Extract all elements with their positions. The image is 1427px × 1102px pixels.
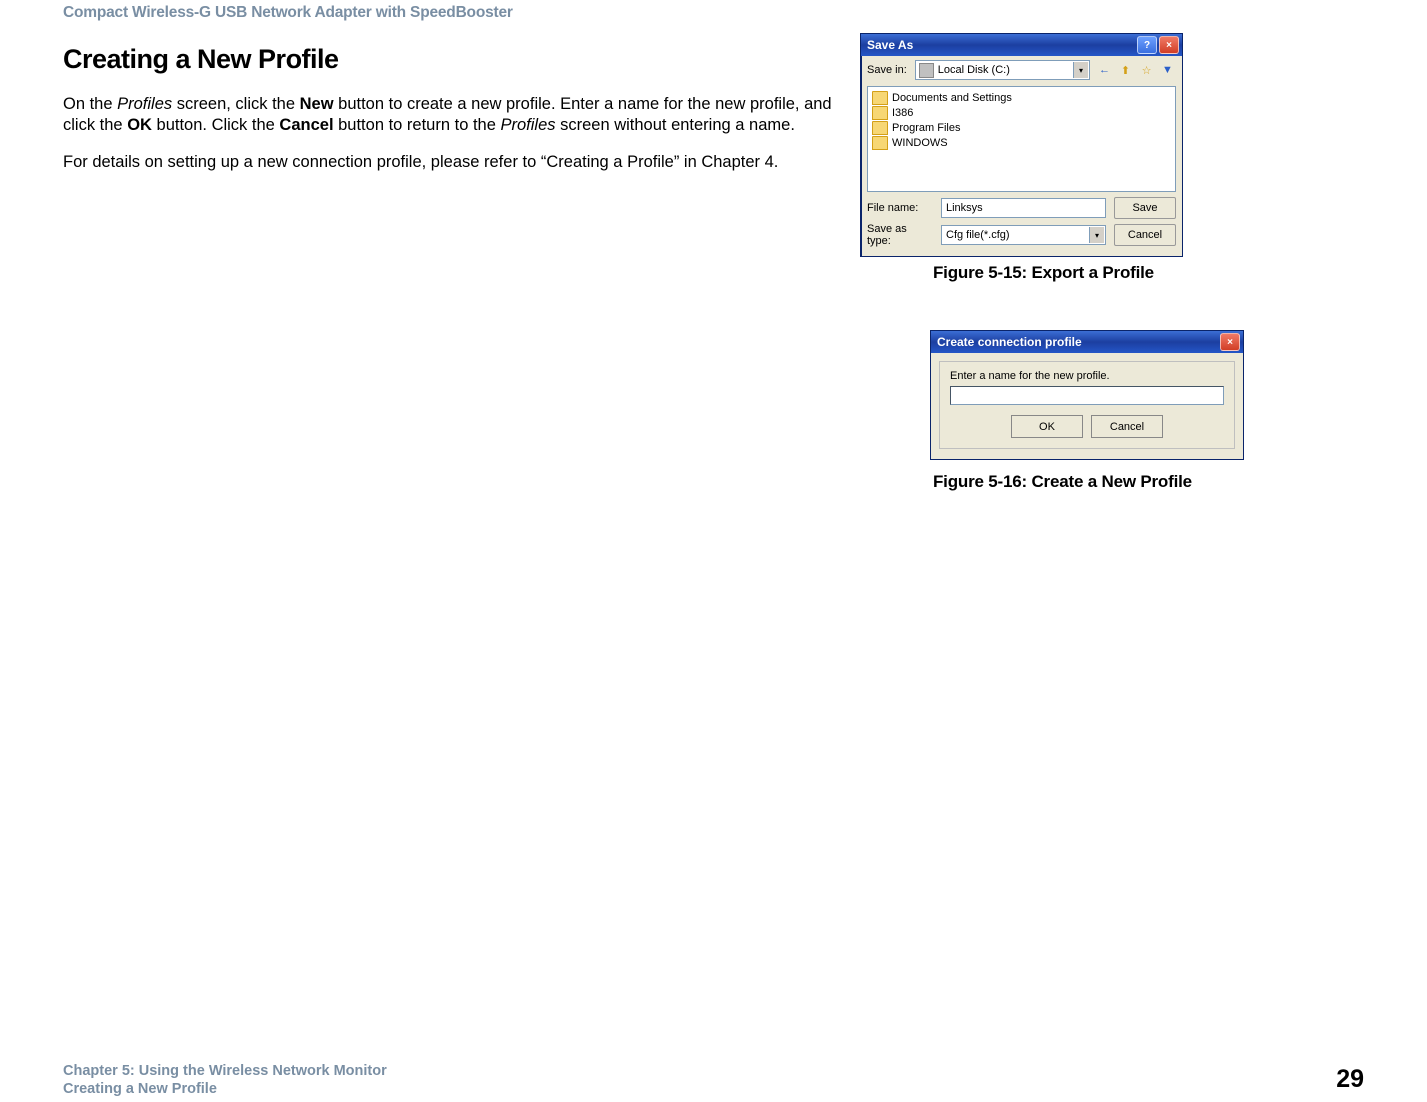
list-item[interactable]: Program Files bbox=[872, 120, 1171, 135]
text-run: screen, click the bbox=[172, 95, 299, 113]
body-paragraph-1: On the Profiles screen, click the New bu… bbox=[63, 94, 843, 135]
folder-label: WINDOWS bbox=[892, 137, 948, 149]
ok-button-ref: OK bbox=[127, 116, 152, 134]
cancel-button-ref: Cancel bbox=[279, 116, 333, 134]
text-run: On the bbox=[63, 95, 117, 113]
folder-label: I386 bbox=[892, 107, 913, 119]
figure-caption-5-15: Figure 5-15: Export a Profile bbox=[933, 263, 1154, 283]
text-run: button to return to the bbox=[334, 116, 501, 134]
text-run: screen without entering a name. bbox=[556, 116, 795, 134]
footer-chapter: Chapter 5: Using the Wireless Network Mo… bbox=[63, 1062, 387, 1080]
save-as-dialog: Save As ? × Save in: Local Disk (C:) ▾ ←… bbox=[860, 33, 1183, 257]
profiles-ref: Profiles bbox=[117, 95, 172, 113]
save-as-toolbar: Save in: Local Disk (C:) ▾ ← ⬆ ☆ ▼ bbox=[861, 56, 1182, 84]
filename-label: File name: bbox=[867, 202, 933, 214]
save-as-title: Save As bbox=[867, 38, 913, 52]
folder-icon bbox=[872, 136, 888, 150]
figure-caption-5-16: Figure 5-16: Create a New Profile bbox=[933, 472, 1192, 492]
folder-icon bbox=[872, 106, 888, 120]
save-button[interactable]: Save bbox=[1114, 197, 1176, 219]
file-list[interactable]: Documents and Settings I386 Program File… bbox=[867, 86, 1176, 192]
ok-button[interactable]: OK bbox=[1011, 415, 1083, 438]
filename-value: Linksys bbox=[946, 202, 983, 214]
save-in-value: Local Disk (C:) bbox=[938, 64, 1010, 76]
page: Compact Wireless-G USB Network Adapter w… bbox=[0, 0, 1427, 1102]
nav-icons: ← ⬆ ☆ ▼ bbox=[1096, 62, 1176, 78]
titlebar-buttons: ? × bbox=[1137, 36, 1179, 54]
create-profile-buttons: OK Cancel bbox=[950, 415, 1224, 438]
text-run: button. Click the bbox=[152, 116, 279, 134]
chevron-down-icon[interactable]: ▾ bbox=[1089, 227, 1104, 243]
list-item[interactable]: WINDOWS bbox=[872, 135, 1171, 150]
save-as-titlebar: Save As ? × bbox=[861, 34, 1182, 56]
folder-label: Program Files bbox=[892, 122, 960, 134]
create-profile-dialog: Create connection profile × Enter a name… bbox=[930, 330, 1244, 460]
cancel-button[interactable]: Cancel bbox=[1091, 415, 1163, 438]
filename-input[interactable]: Linksys bbox=[941, 198, 1106, 218]
page-number: 29 bbox=[1336, 1065, 1364, 1094]
body-paragraph-2: For details on setting up a new connecti… bbox=[63, 152, 843, 173]
close-button[interactable]: × bbox=[1220, 333, 1240, 351]
create-profile-titlebar: Create connection profile × bbox=[931, 331, 1243, 353]
view-menu-icon[interactable]: ▼ bbox=[1159, 62, 1176, 78]
create-profile-title: Create connection profile bbox=[937, 335, 1082, 349]
folder-label: Documents and Settings bbox=[892, 92, 1012, 104]
profiles-ref-2: Profiles bbox=[500, 116, 555, 134]
save-in-combo[interactable]: Local Disk (C:) ▾ bbox=[915, 60, 1090, 80]
cancel-button[interactable]: Cancel bbox=[1114, 224, 1176, 246]
folder-icon bbox=[872, 121, 888, 135]
folder-icon bbox=[872, 91, 888, 105]
chevron-down-icon[interactable]: ▾ bbox=[1073, 62, 1088, 78]
close-button[interactable]: × bbox=[1159, 36, 1179, 54]
savetype-label: Save as type: bbox=[867, 223, 933, 247]
savetype-row: Save as type: Cfg file(*.cfg) ▾ Cancel bbox=[867, 223, 1176, 247]
profile-name-input[interactable] bbox=[950, 386, 1224, 405]
new-folder-icon[interactable]: ☆ bbox=[1138, 62, 1155, 78]
filename-row: File name: Linksys Save bbox=[867, 197, 1176, 219]
save-as-bottom: File name: Linksys Save Save as type: Cf… bbox=[861, 194, 1182, 247]
list-item[interactable]: Documents and Settings bbox=[872, 90, 1171, 105]
create-profile-inner: Enter a name for the new profile. OK Can… bbox=[939, 361, 1235, 449]
footer-section: Creating a New Profile bbox=[63, 1080, 387, 1098]
create-profile-prompt: Enter a name for the new profile. bbox=[950, 370, 1224, 382]
list-item[interactable]: I386 bbox=[872, 105, 1171, 120]
product-header: Compact Wireless-G USB Network Adapter w… bbox=[63, 4, 513, 22]
footer-left: Chapter 5: Using the Wireless Network Mo… bbox=[63, 1062, 387, 1098]
new-button-ref: New bbox=[300, 95, 334, 113]
help-button[interactable]: ? bbox=[1137, 36, 1157, 54]
up-one-level-icon[interactable]: ⬆ bbox=[1117, 62, 1134, 78]
disk-icon bbox=[919, 63, 934, 78]
save-in-label: Save in: bbox=[867, 64, 909, 76]
savetype-combo[interactable]: Cfg file(*.cfg) ▾ bbox=[941, 225, 1106, 245]
section-title: Creating a New Profile bbox=[63, 44, 339, 75]
back-icon[interactable]: ← bbox=[1096, 62, 1113, 78]
savetype-value: Cfg file(*.cfg) bbox=[946, 229, 1010, 241]
